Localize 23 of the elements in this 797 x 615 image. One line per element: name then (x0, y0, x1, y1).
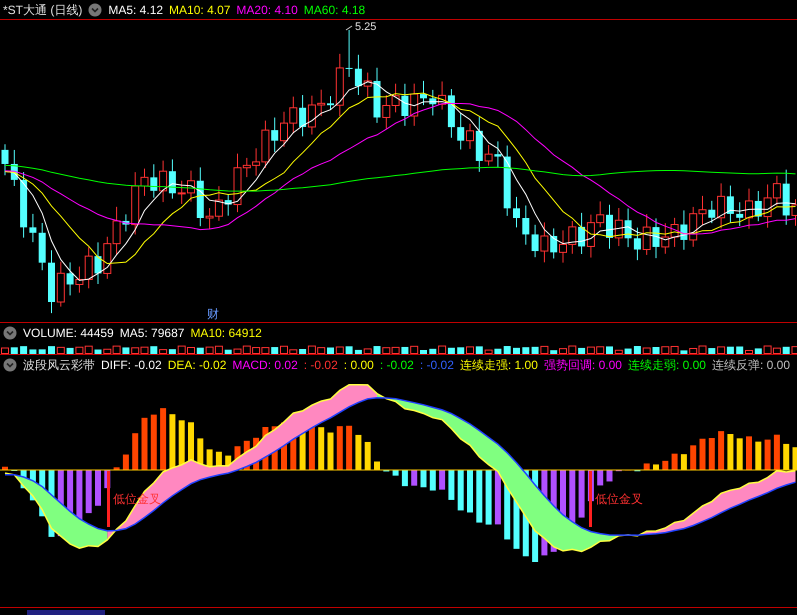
legend-value: MA5: 79687 (120, 326, 184, 338)
legend-value: DEA: -0.02 (168, 359, 226, 371)
legend-value: 连续走弱: 0.00 (628, 359, 706, 371)
legend-value: 强势回调: 0.00 (544, 359, 622, 371)
legend-value: MA5: 4.12 (108, 4, 164, 16)
legend-value: : 0.00 (344, 359, 374, 371)
legend-value: : -0.02 (304, 359, 338, 371)
legend-value: MA20: 4.10 (236, 4, 298, 16)
legend-value: MACD: 0.02 (232, 359, 298, 371)
legend-value: VOLUME: 44459 (23, 326, 114, 338)
legend-value: 连续走强: 1.00 (460, 359, 538, 371)
legend-value: MA60: 4.18 (304, 4, 366, 16)
legend-value: : -0.02 (420, 359, 454, 371)
chart-title: *ST大通 (日线) (3, 4, 82, 16)
high-price-label: 5.25 (355, 21, 376, 33)
legend-value: DIFF: -0.02 (101, 359, 162, 371)
legend-value: : -0.02 (380, 359, 414, 371)
event-marker[interactable]: 财 (207, 307, 219, 321)
legend-value: MA10: 4.07 (169, 4, 230, 16)
legend-value: MA10: 64912 (190, 326, 262, 338)
legend-value: 连续反弹: 0.00 (712, 359, 790, 371)
signal-label: 低位金叉 (595, 492, 643, 506)
indicator-title: 波段风云彩带 (23, 359, 95, 371)
